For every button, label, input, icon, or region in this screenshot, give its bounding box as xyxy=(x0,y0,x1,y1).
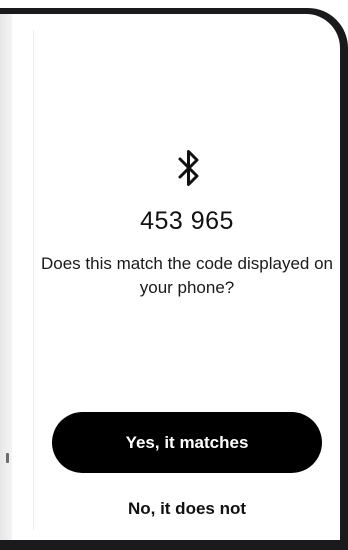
confirm-match-button[interactable]: Yes, it matches xyxy=(52,412,322,473)
side-button-mark xyxy=(6,453,9,463)
pairing-dialog: 453 965 Does this match the code display… xyxy=(34,14,340,540)
bluetooth-icon xyxy=(178,150,199,186)
reject-match-button[interactable]: No, it does not xyxy=(52,494,322,524)
pairing-code: 453 965 xyxy=(140,207,234,235)
pairing-screen: 453 965 Does this match the code display… xyxy=(0,0,348,550)
pairing-question: Does this match the code displayed on yo… xyxy=(40,254,333,297)
